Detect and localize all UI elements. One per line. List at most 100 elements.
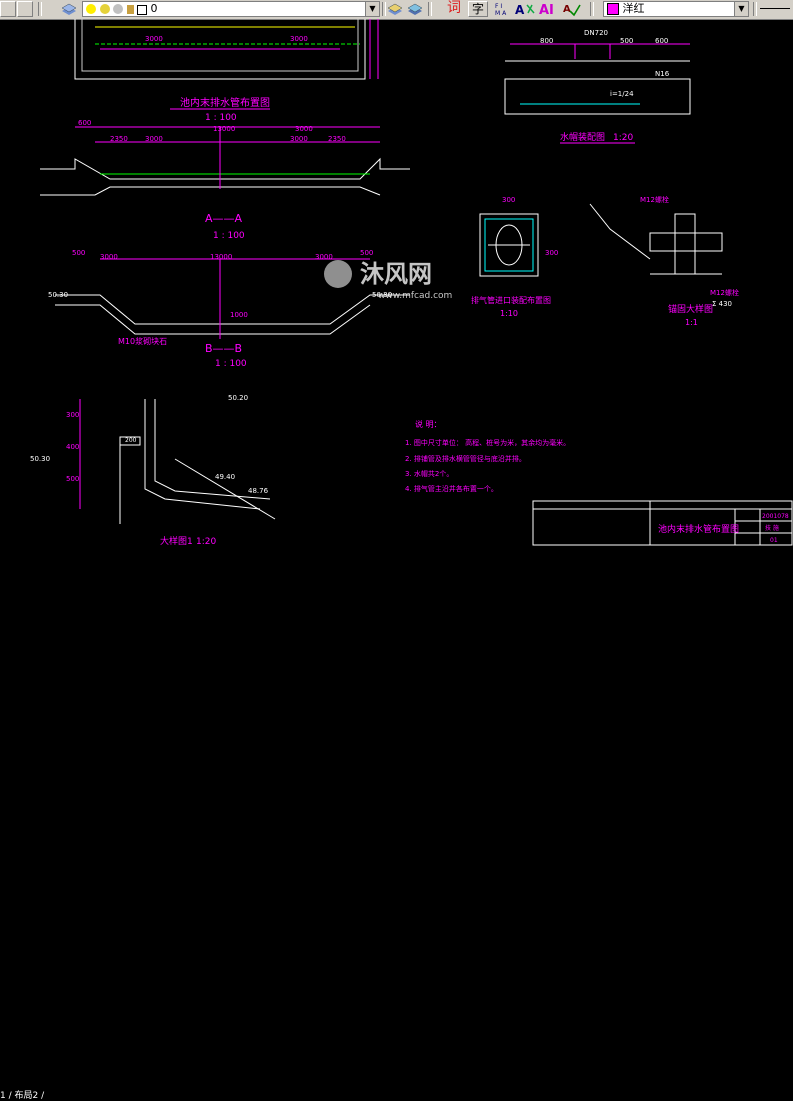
titleblock-no: 2001078	[762, 513, 789, 520]
scale-aa: 1 : 100	[213, 231, 245, 241]
slope-label: i=1/24	[610, 90, 634, 98]
svg-text:F I: F I	[495, 3, 502, 10]
color-combo[interactable]: 洋红 ▼	[603, 1, 749, 17]
dim-400: 400	[66, 443, 79, 451]
ai-text-icon[interactable]: AI	[538, 1, 558, 18]
dim-3000: 3000	[315, 253, 333, 261]
layer-manager-icon[interactable]	[60, 1, 78, 17]
detail-scale-water-cap: 1:20	[613, 133, 633, 143]
chevron-down-icon[interactable]: ▼	[365, 2, 379, 16]
detail-water-cap	[504, 43, 691, 115]
toolbar-separator	[590, 2, 594, 16]
watermark: 沐风网 www.mfcad.com	[324, 260, 452, 301]
toolbar-separator	[38, 2, 42, 16]
watermark-logo-icon	[324, 260, 352, 288]
section-aa	[40, 126, 410, 196]
chevron-down-icon[interactable]: ▼	[734, 2, 748, 16]
mortar-label: M10浆砌块石	[118, 336, 167, 346]
color-swatch	[607, 3, 619, 15]
elevation-5030: 50.30	[30, 455, 50, 463]
dim-600: 600	[655, 37, 668, 45]
dim-3000: 3000	[145, 135, 163, 143]
dim-600: 600	[78, 119, 91, 127]
rebar-n16: N16	[655, 70, 670, 78]
dim-300: 300	[502, 196, 515, 204]
dim-500: 500	[360, 249, 373, 257]
dim-1000: 1000	[230, 311, 248, 319]
detail-scale-anchor: 1:1	[685, 318, 698, 327]
watermark-brand: 沐风网	[360, 260, 432, 288]
layout-tab[interactable]: 1 / 布局2 /	[0, 1092, 44, 1101]
elevation-5030: 50.30	[48, 291, 68, 299]
drawing-canvas[interactable]: 3000 3000 池内末排水管布置图 1 : 100 600 13000 23…	[0, 19, 793, 546]
scale-plan: 1 : 100	[205, 113, 237, 123]
note-4: 4. 排气管主沿井各布置一个。	[405, 484, 498, 493]
layer-combo[interactable]: 0 ▼	[82, 1, 380, 17]
dim-2350: 2350	[110, 135, 128, 143]
titleblock-sheet: 01	[770, 537, 778, 544]
section-title-aa: A——A	[205, 212, 243, 225]
color-name: 洋红	[622, 2, 645, 15]
toolbar-separator	[753, 2, 757, 16]
scale-bb: 1 : 100	[215, 359, 247, 369]
dim-3000: 3000	[295, 125, 313, 133]
linetype-preview[interactable]	[760, 1, 793, 17]
toolbar-button[interactable]	[17, 1, 33, 17]
lock-icon	[126, 5, 134, 14]
m12-label: M12螺栓	[640, 195, 669, 204]
dim-2350: 2350	[328, 135, 346, 143]
text-icon[interactable]: 字	[468, 1, 488, 17]
detail-title-vent: 排气管进口装配布置图	[471, 295, 551, 305]
svg-text:M A: M A	[495, 10, 507, 17]
detail-1	[79, 399, 276, 524]
multiline-text-icon[interactable]: F IM A	[494, 1, 512, 17]
title-plan: 池内末排水管布置图	[180, 96, 270, 109]
toolbar-separator	[428, 2, 432, 16]
elevation-5020: 50.20	[228, 394, 248, 402]
detail-title-1: 大样图1	[160, 535, 193, 546]
dim-800: 800	[540, 37, 553, 45]
spell-check-icon[interactable]: A	[562, 1, 582, 17]
detail-scale-vent: 1:10	[500, 309, 518, 318]
dim-3000: 3000	[100, 253, 118, 261]
note-3: 3. 水帽共2个。	[405, 469, 453, 478]
section-title-bb: B——B	[205, 342, 242, 355]
svg-text:A: A	[563, 4, 571, 15]
detail-anchor	[589, 203, 723, 275]
elevation-4876: 48.76	[248, 487, 269, 495]
find-replace-icon[interactable]: A	[514, 1, 536, 17]
svg-text:AI: AI	[539, 3, 554, 17]
detail-scale-1: 1:20	[196, 537, 216, 546]
properties-toolbar: 0 ▼ 词 字 F IM A A AI A 洋红 ▼	[0, 0, 793, 20]
svg-text:A: A	[515, 3, 525, 17]
titleblock-stage: 技 施	[765, 524, 779, 532]
titleblock-name: 池内末排水管布置图	[658, 523, 739, 535]
text-style-icon[interactable]: 词	[444, 1, 464, 17]
layer-previous-icon[interactable]	[406, 1, 424, 17]
layer-name: 0	[150, 2, 158, 15]
toolbar-button[interactable]	[0, 1, 16, 17]
lightbulb-icon	[86, 4, 96, 14]
section-bb	[55, 258, 410, 339]
plan-view	[74, 19, 379, 80]
dim-500: 500	[72, 249, 85, 257]
layer-color-swatch	[137, 5, 147, 15]
dim-13000: 13000	[213, 125, 235, 133]
detail-title-water-cap: 水帽装配图	[560, 131, 605, 143]
detail-vent-inlet	[479, 213, 539, 277]
dim-430: Σ 430	[712, 300, 732, 308]
watermark-url: www.mfcad.com	[378, 291, 452, 301]
dim-3000: 3000	[290, 35, 308, 43]
dim-300: 300	[66, 411, 79, 419]
sun-icon	[99, 4, 110, 14]
make-layer-current-icon[interactable]	[386, 1, 404, 17]
notes-heading: 说 明：	[415, 419, 442, 429]
title-block	[532, 500, 793, 546]
note-2: 2. 排铺管及排水横管管径与底沿并排。	[405, 454, 526, 463]
note-1: 1. 图中尺寸单位： 高程、桩号为米，其余均为毫米。	[405, 438, 570, 447]
m12-label: M12螺栓	[710, 288, 739, 297]
elevation-4940: 49.40	[215, 473, 235, 481]
dim-3000: 3000	[290, 135, 308, 143]
dim-500: 500	[66, 475, 79, 483]
layout-tabs-bar: 1 / 布局2 /	[0, 546, 793, 1101]
